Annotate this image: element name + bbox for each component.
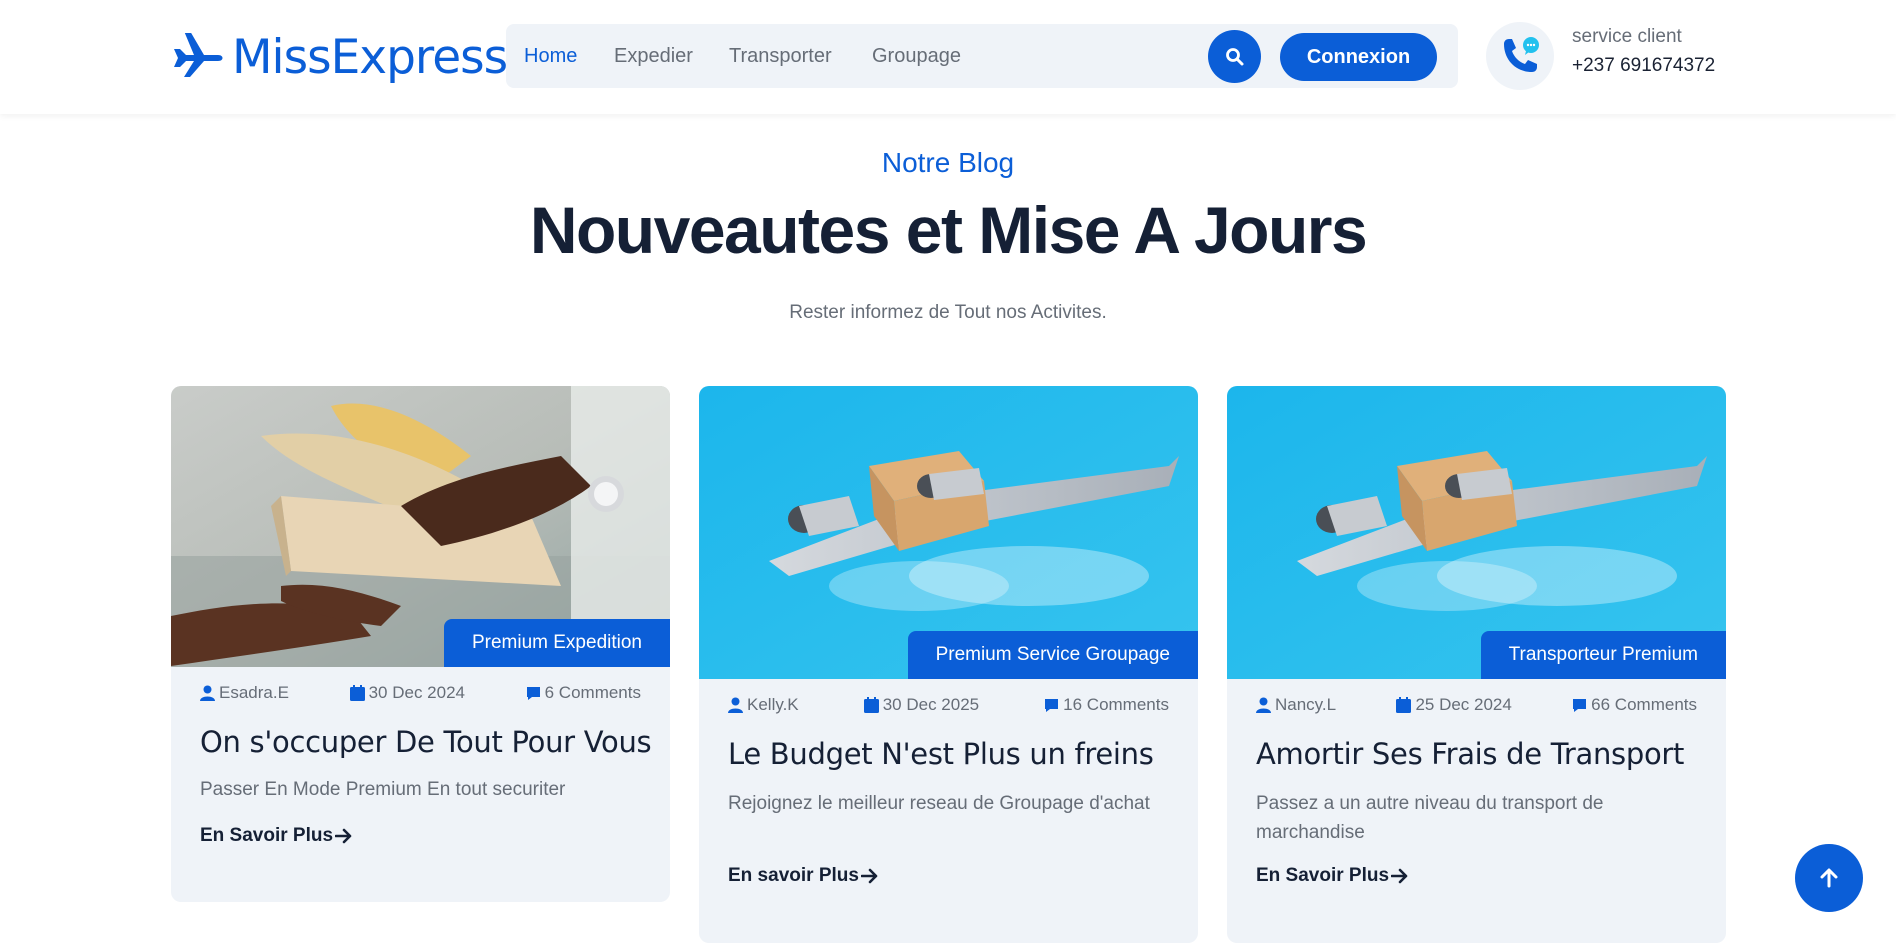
comments-meta: 6 Comments xyxy=(526,683,641,703)
author-name[interactable]: Nancy.L xyxy=(1275,695,1336,715)
section-title: Nouveautes et Mise A Jours xyxy=(529,193,1368,267)
nav-home[interactable]: Home xyxy=(524,45,577,68)
site-header: MissExpress Home Expedier Transporter Gr… xyxy=(0,0,1896,114)
arrow-up-icon xyxy=(1820,868,1838,888)
login-button[interactable]: Connexion xyxy=(1280,33,1437,81)
author-name[interactable]: Kelly.K xyxy=(747,695,799,715)
phone-badge[interactable] xyxy=(1486,22,1554,90)
main-nav: Home Expedier Transporter Groupage Conne… xyxy=(506,24,1458,88)
post-date: 25 Dec 2024 xyxy=(1415,695,1512,714)
service-label: service client xyxy=(1572,26,1682,47)
author-name[interactable]: Esadra.E xyxy=(219,683,289,703)
date-meta: 30 Dec 2024 xyxy=(349,683,465,703)
read-more-link[interactable]: En Savoir Plus xyxy=(1256,865,1409,887)
arrow-right-icon xyxy=(1391,868,1408,884)
comments-meta: 66 Comments xyxy=(1572,695,1697,715)
blog-card[interactable]: Premium Service Groupage Kelly.K 30 Dec … xyxy=(699,386,1198,943)
card-meta: Kelly.K 30 Dec 2025 16 Comments xyxy=(728,695,1169,715)
date-meta: 25 Dec 2024 xyxy=(1396,695,1512,715)
arrow-right-icon xyxy=(860,868,878,884)
nav-expedier[interactable]: Expedier xyxy=(614,45,693,68)
card-title[interactable]: Le Budget N'est Plus un freins xyxy=(728,737,1154,771)
card-meta: Nancy.L 25 Dec 2024 66 Comments xyxy=(1256,695,1697,715)
card-description: Passer En Mode Premium En tout securiter xyxy=(200,779,566,800)
user-icon xyxy=(200,685,215,701)
card-tag[interactable]: Transporteur Premium xyxy=(1480,631,1726,679)
user-icon xyxy=(728,697,743,713)
section-subtitle: Rester informez de Tout nos Activites. xyxy=(789,302,1107,323)
blog-card[interactable]: Transporteur Premium Nancy.L 25 Dec 2024… xyxy=(1227,386,1726,943)
user-icon xyxy=(1256,697,1271,713)
calendar-icon xyxy=(349,685,365,701)
comment-icon xyxy=(1573,699,1587,712)
read-more-link[interactable]: En savoir Plus xyxy=(728,865,879,887)
card-description: Rejoignez le meilleur reseau de Groupage… xyxy=(728,793,1150,814)
card-description: Passez a un autre niveau du transport de… xyxy=(1256,793,1604,843)
author-meta: Kelly.K xyxy=(728,695,799,715)
comments-meta: 16 Comments xyxy=(1044,695,1169,715)
card-tag[interactable]: Premium Expedition xyxy=(443,619,670,667)
card-tag[interactable]: Premium Service Groupage xyxy=(907,631,1198,679)
card-image-parcel-handoff: Premium Expedition xyxy=(171,386,670,667)
post-date: 30 Dec 2025 xyxy=(882,695,980,714)
card-title[interactable]: Amortir Ses Frais de Transport xyxy=(1256,737,1684,771)
nav-transporter[interactable]: Transporter xyxy=(729,45,832,68)
calendar-icon xyxy=(863,697,879,713)
read-more-link[interactable]: En Savoir Plus xyxy=(200,825,353,847)
airplane-icon xyxy=(174,32,223,77)
read-more-label: En Savoir Plus xyxy=(1256,865,1390,886)
brand-logo[interactable]: MissExpress xyxy=(170,30,508,85)
service-phone[interactable]: +237 691674372 xyxy=(1572,55,1715,77)
comment-count[interactable]: 16 Comments xyxy=(1063,695,1169,715)
comment-icon xyxy=(1045,699,1059,712)
calendar-icon xyxy=(1396,697,1412,713)
phone-chat-icon xyxy=(1504,37,1539,72)
post-date: 30 Dec 2024 xyxy=(368,683,465,702)
nav-groupage[interactable]: Groupage xyxy=(872,45,961,68)
card-image-flying-parcel: Transporteur Premium xyxy=(1227,386,1726,679)
author-meta: Esadra.E xyxy=(200,683,289,703)
comment-icon xyxy=(526,687,540,700)
brand-name: MissExpress xyxy=(232,30,508,85)
card-image-flying-parcel: Premium Service Groupage xyxy=(699,386,1198,679)
read-more-label: En Savoir Plus xyxy=(200,825,334,846)
card-title[interactable]: On s'occuper De Tout Pour Vous xyxy=(200,725,652,759)
card-meta: Esadra.E 30 Dec 2024 6 Comments xyxy=(200,683,641,703)
comment-count[interactable]: 66 Comments xyxy=(1591,695,1697,715)
comment-count[interactable]: 6 Comments xyxy=(545,683,641,703)
date-meta: 30 Dec 2025 xyxy=(863,695,980,715)
arrow-right-icon xyxy=(335,828,352,844)
search-button[interactable] xyxy=(1208,30,1261,83)
author-meta: Nancy.L xyxy=(1256,695,1336,715)
blog-card[interactable]: Premium Expedition Esadra.E 30 Dec 2024 … xyxy=(171,386,670,902)
read-more-label: En savoir Plus xyxy=(728,865,859,886)
scroll-to-top-button[interactable] xyxy=(1795,844,1863,912)
section-eyebrow: Notre Blog xyxy=(881,147,1015,178)
search-icon xyxy=(1225,47,1243,65)
